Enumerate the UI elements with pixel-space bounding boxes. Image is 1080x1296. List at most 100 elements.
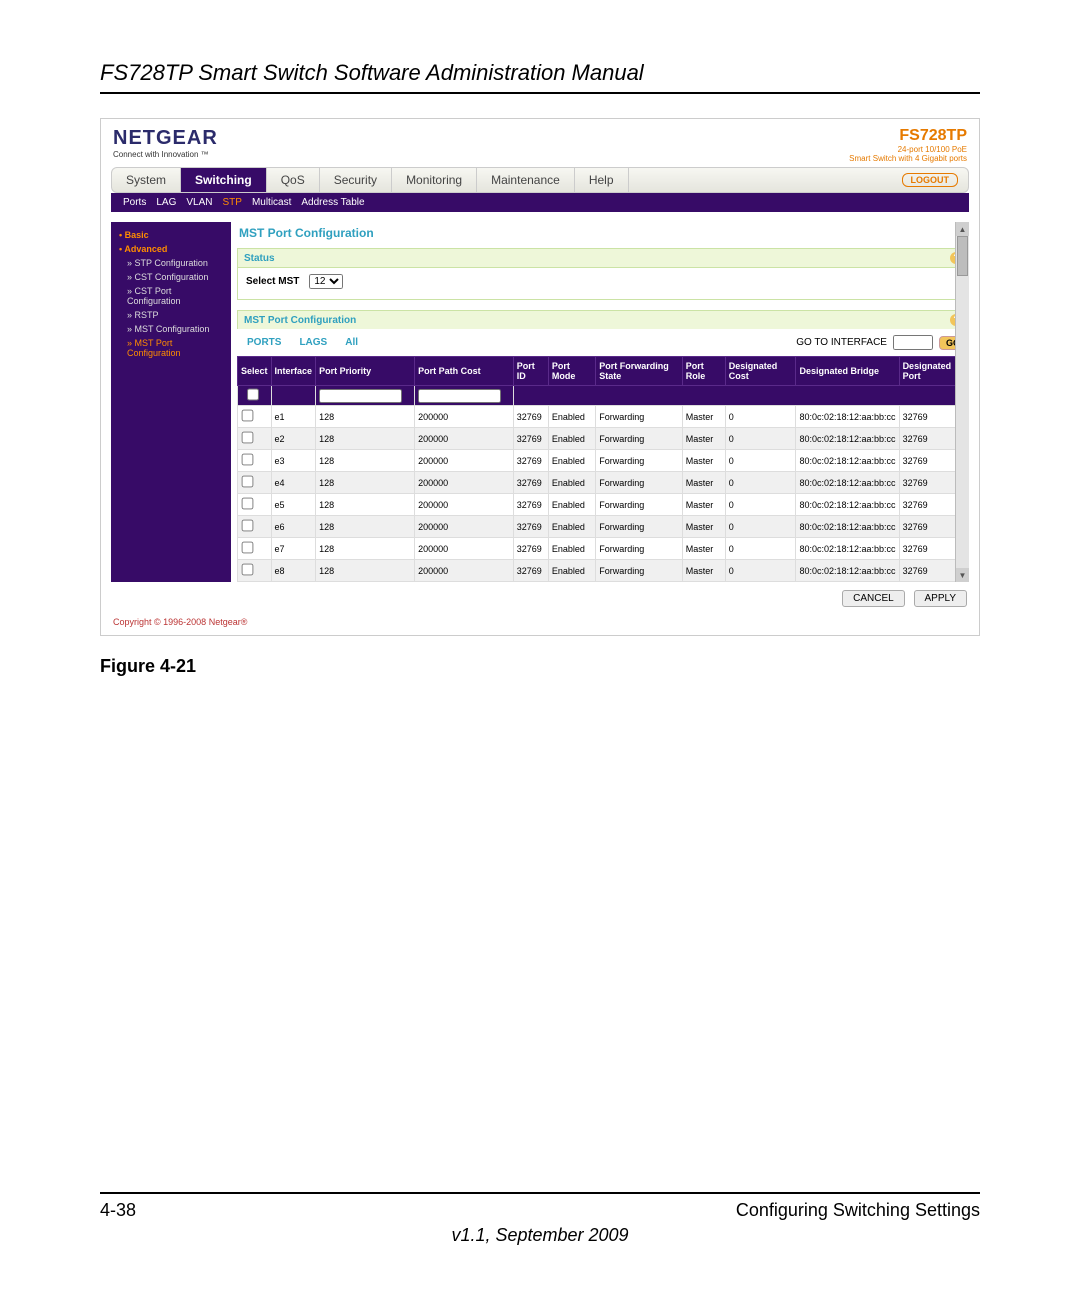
cell-portid: 32769: [513, 406, 548, 428]
row-checkbox[interactable]: [242, 454, 254, 466]
side-cst-port[interactable]: » CST Port Configuration: [111, 284, 231, 308]
th-portid: Port ID: [513, 357, 548, 386]
section-title: Configuring Switching Settings: [736, 1200, 980, 1221]
side-mst[interactable]: » MST Configuration: [111, 322, 231, 336]
tab-switching[interactable]: Switching: [181, 168, 267, 192]
cell-mode: Enabled: [548, 450, 595, 472]
logout-button[interactable]: LOGOUT: [902, 173, 959, 187]
side-basic[interactable]: • Basic: [111, 228, 231, 242]
main-tabs: System Switching QoS Security Monitoring…: [111, 167, 969, 193]
cell-role: Master: [682, 428, 725, 450]
status-header: Status ?: [237, 248, 969, 267]
cell-priority: 128: [316, 428, 415, 450]
sub-tabs: Ports LAG VLAN STP Multicast Address Tab…: [111, 193, 969, 212]
tab-maintenance[interactable]: Maintenance: [477, 168, 575, 192]
row-checkbox[interactable]: [242, 432, 254, 444]
main-panel: MST Port Configuration Status ? Select M…: [231, 222, 969, 582]
subtab-stp[interactable]: STP: [222, 197, 241, 208]
cell-pathcost: 200000: [415, 450, 514, 472]
cell-priority: 128: [316, 450, 415, 472]
cell-descost: 0: [725, 406, 796, 428]
brand-tagline: Connect with Innovation ™: [113, 150, 218, 159]
cell-desbridge: 80:0c:02:18:12:aa:bb:cc: [796, 516, 899, 538]
cell-interface: e3: [271, 450, 316, 472]
table-row: e212820000032769EnabledForwardingMaster0…: [238, 428, 969, 450]
select-mst-dropdown[interactable]: 12: [309, 274, 343, 289]
row-checkbox[interactable]: [242, 476, 254, 488]
mst-port-header: MST Port Configuration ?: [237, 310, 969, 329]
lags-tab[interactable]: LAGS: [291, 335, 335, 350]
cell-mode: Enabled: [548, 406, 595, 428]
page-title: MST Port Configuration: [237, 222, 969, 248]
row-checkbox[interactable]: [242, 520, 254, 532]
th-descost: Designated Cost: [725, 357, 796, 386]
subtab-lag[interactable]: LAG: [156, 197, 176, 208]
brand-bar: NETGEAR Connect with Innovation ™ FS728T…: [101, 119, 979, 167]
side-stp[interactable]: » STP Configuration: [111, 256, 231, 270]
cell-portid: 32769: [513, 450, 548, 472]
cell-role: Master: [682, 494, 725, 516]
cell-descost: 0: [725, 450, 796, 472]
cancel-button[interactable]: CANCEL: [842, 590, 905, 607]
side-advanced[interactable]: • Advanced: [111, 242, 231, 256]
sidebar: • Basic • Advanced » STP Configuration »…: [111, 222, 231, 582]
screenshot-frame: NETGEAR Connect with Innovation ™ FS728T…: [100, 118, 980, 636]
cell-mode: Enabled: [548, 560, 595, 582]
side-cst[interactable]: » CST Configuration: [111, 270, 231, 284]
tab-security[interactable]: Security: [320, 168, 392, 192]
row-checkbox[interactable]: [242, 410, 254, 422]
cell-desbridge: 80:0c:02:18:12:aa:bb:cc: [796, 428, 899, 450]
select-all-checkbox[interactable]: [242, 389, 263, 401]
model-sub1: 24-port 10/100 PoE: [849, 145, 967, 154]
model-label: FS728TP: [849, 127, 967, 145]
th-portmode: Port Mode: [548, 357, 595, 386]
subtab-vlan[interactable]: VLAN: [186, 197, 212, 208]
row-checkbox[interactable]: [242, 498, 254, 510]
cell-pathcost: 200000: [415, 516, 514, 538]
cell-descost: 0: [725, 516, 796, 538]
input-row: [238, 386, 969, 406]
all-tab[interactable]: All: [337, 335, 366, 350]
tab-help[interactable]: Help: [575, 168, 629, 192]
goto-input[interactable]: [893, 335, 933, 350]
brand-logo: NETGEAR: [113, 127, 218, 150]
scroll-thumb[interactable]: [957, 236, 968, 276]
pathcost-input[interactable]: [418, 389, 500, 403]
tab-system[interactable]: System: [112, 168, 181, 192]
scroll-down-icon[interactable]: ▼: [956, 568, 969, 582]
cell-mode: Enabled: [548, 494, 595, 516]
port-table: Select Interface Port Priority Port Path…: [237, 356, 969, 582]
cell-priority: 128: [316, 516, 415, 538]
page-footer: 4-38 Configuring Switching Settings v1.1…: [0, 1192, 1080, 1296]
priority-input[interactable]: [319, 389, 402, 403]
cell-desbridge: 80:0c:02:18:12:aa:bb:cc: [796, 560, 899, 582]
cell-fwdstate: Forwarding: [596, 472, 682, 494]
subtab-multicast[interactable]: Multicast: [252, 197, 291, 208]
hr-top: [100, 92, 980, 94]
cell-portid: 32769: [513, 428, 548, 450]
cell-interface: e2: [271, 428, 316, 450]
cell-priority: 128: [316, 472, 415, 494]
cell-interface: e1: [271, 406, 316, 428]
tab-qos[interactable]: QoS: [267, 168, 320, 192]
row-checkbox[interactable]: [242, 564, 254, 576]
scrollbar[interactable]: ▲ ▼: [955, 222, 969, 582]
scroll-up-icon[interactable]: ▲: [956, 222, 969, 236]
cell-mode: Enabled: [548, 428, 595, 450]
button-bar: CANCEL APPLY: [101, 584, 979, 613]
cell-portid: 32769: [513, 516, 548, 538]
cell-pathcost: 200000: [415, 538, 514, 560]
side-rstp[interactable]: » RSTP: [111, 308, 231, 322]
row-checkbox[interactable]: [242, 542, 254, 554]
side-mst-port[interactable]: » MST Port Configuration: [111, 336, 231, 360]
cell-pathcost: 200000: [415, 472, 514, 494]
ports-tab[interactable]: PORTS: [239, 335, 289, 350]
tab-monitoring[interactable]: Monitoring: [392, 168, 477, 192]
cell-priority: 128: [316, 406, 415, 428]
cell-role: Master: [682, 516, 725, 538]
cell-descost: 0: [725, 472, 796, 494]
apply-button[interactable]: APPLY: [914, 590, 968, 607]
th-fwdstate: Port Forwarding State: [596, 357, 682, 386]
subtab-addresstable[interactable]: Address Table: [301, 197, 364, 208]
subtab-ports[interactable]: Ports: [123, 197, 146, 208]
